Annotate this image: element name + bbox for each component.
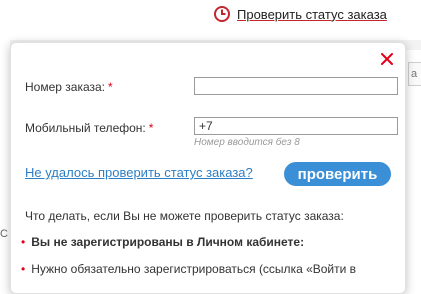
page-left-edge <box>0 40 10 279</box>
order-number-label: Номер заказа: * <box>25 80 113 94</box>
page-right-tab[interactable]: а <box>408 62 421 86</box>
info-text: Что делать, если Вы не можете проверить … <box>25 209 344 223</box>
required-mark: * <box>148 121 154 135</box>
order-status-popup: Номер заказа:* Мобильный телефон:* Номер… <box>10 42 406 294</box>
check-order-status-label: Проверить статус заказа <box>237 6 387 22</box>
order-number-label-text: Номер заказа: <box>25 80 106 94</box>
page-left-text: С <box>0 228 8 240</box>
phone-label-text: Мобильный телефон: <box>25 121 146 135</box>
list-item: • Вы не зарегистрированы в Личном кабине… <box>21 235 304 249</box>
list-item: • Нужно обязательно зарегистрироваться (… <box>21 262 356 276</box>
phone-input[interactable] <box>194 117 398 135</box>
bullet-dot-icon: • <box>21 262 26 276</box>
status-check-failed-link[interactable]: Не удалось проверить статус заказа? <box>25 165 253 180</box>
clock-icon <box>213 5 231 23</box>
check-button[interactable]: проверить <box>284 162 391 186</box>
bullet-dot-icon: • <box>21 235 26 249</box>
phone-label: Мобильный телефон: * <box>25 121 153 135</box>
list-item-text: Нужно обязательно зарегистрироваться (сс… <box>31 262 357 276</box>
close-icon[interactable] <box>379 51 395 67</box>
required-mark: * <box>108 80 113 94</box>
order-number-input[interactable] <box>194 77 398 95</box>
list-item-text: Вы не зарегистрированы в Личном кабинете… <box>31 235 305 249</box>
check-order-status-link[interactable]: Проверить статус заказа <box>213 5 387 23</box>
phone-hint: Номер вводится без 8 <box>194 137 300 148</box>
